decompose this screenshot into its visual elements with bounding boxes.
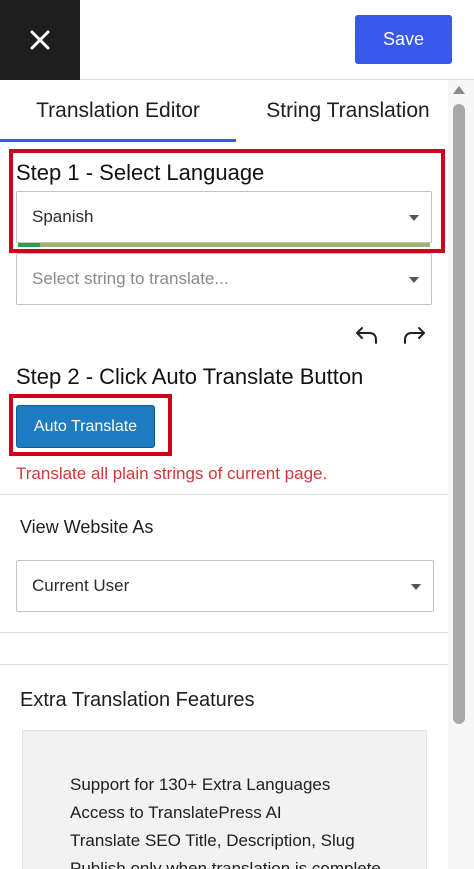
view-as-label: View Website As: [20, 517, 154, 537]
list-item: Publish only when translation is complet…: [70, 859, 381, 869]
divider: [0, 664, 448, 665]
editor-tabs: Translation Editor String Translation: [0, 80, 448, 142]
tab-translation-editor[interactable]: Translation Editor: [0, 80, 236, 142]
top-bar: Save: [0, 0, 474, 80]
list-item: Support for 130+ Extra Languages: [70, 775, 331, 794]
divider: [0, 632, 448, 633]
divider: [0, 494, 448, 495]
extra-features-box: Support for 130+ Extra Languages Access …: [22, 730, 427, 869]
close-icon: [30, 30, 50, 50]
list-item: Access to TranslatePress AI: [70, 803, 282, 822]
save-button[interactable]: Save: [355, 15, 452, 64]
chevron-down-icon: [409, 277, 419, 283]
string-select-placeholder: Select string to translate...: [32, 269, 229, 288]
editor-content: Step 1 - Select Language Spanish Select …: [0, 142, 448, 869]
close-button[interactable]: [0, 0, 80, 80]
tab-string-translation[interactable]: String Translation: [248, 80, 448, 142]
translation-editor-panel: Save Translation Editor String Translati…: [0, 0, 474, 869]
auto-translate-hint: Translate all plain strings of current p…: [16, 464, 328, 483]
redo-icon[interactable]: [401, 325, 427, 345]
step-2-title: Step 2 - Click Auto Translate Button: [16, 364, 364, 389]
extra-features-list: Support for 130+ Extra Languages Access …: [70, 771, 381, 869]
string-select[interactable]: Select string to translate...: [16, 253, 432, 305]
extra-features-title: Extra Translation Features: [20, 689, 255, 711]
scroll-up-arrow-icon[interactable]: [453, 86, 465, 94]
step-1-highlight: [9, 149, 445, 253]
scroll-thumb[interactable]: [453, 104, 465, 724]
step-2-highlight: [9, 394, 172, 456]
chevron-down-icon: [411, 584, 421, 590]
scrollbar[interactable]: [450, 82, 468, 869]
view-as-select-value: Current User: [32, 576, 130, 595]
undo-icon[interactable]: [354, 325, 380, 345]
list-item: Translate SEO Title, Description, Slug: [70, 831, 355, 850]
view-as-select[interactable]: Current User: [16, 560, 434, 612]
